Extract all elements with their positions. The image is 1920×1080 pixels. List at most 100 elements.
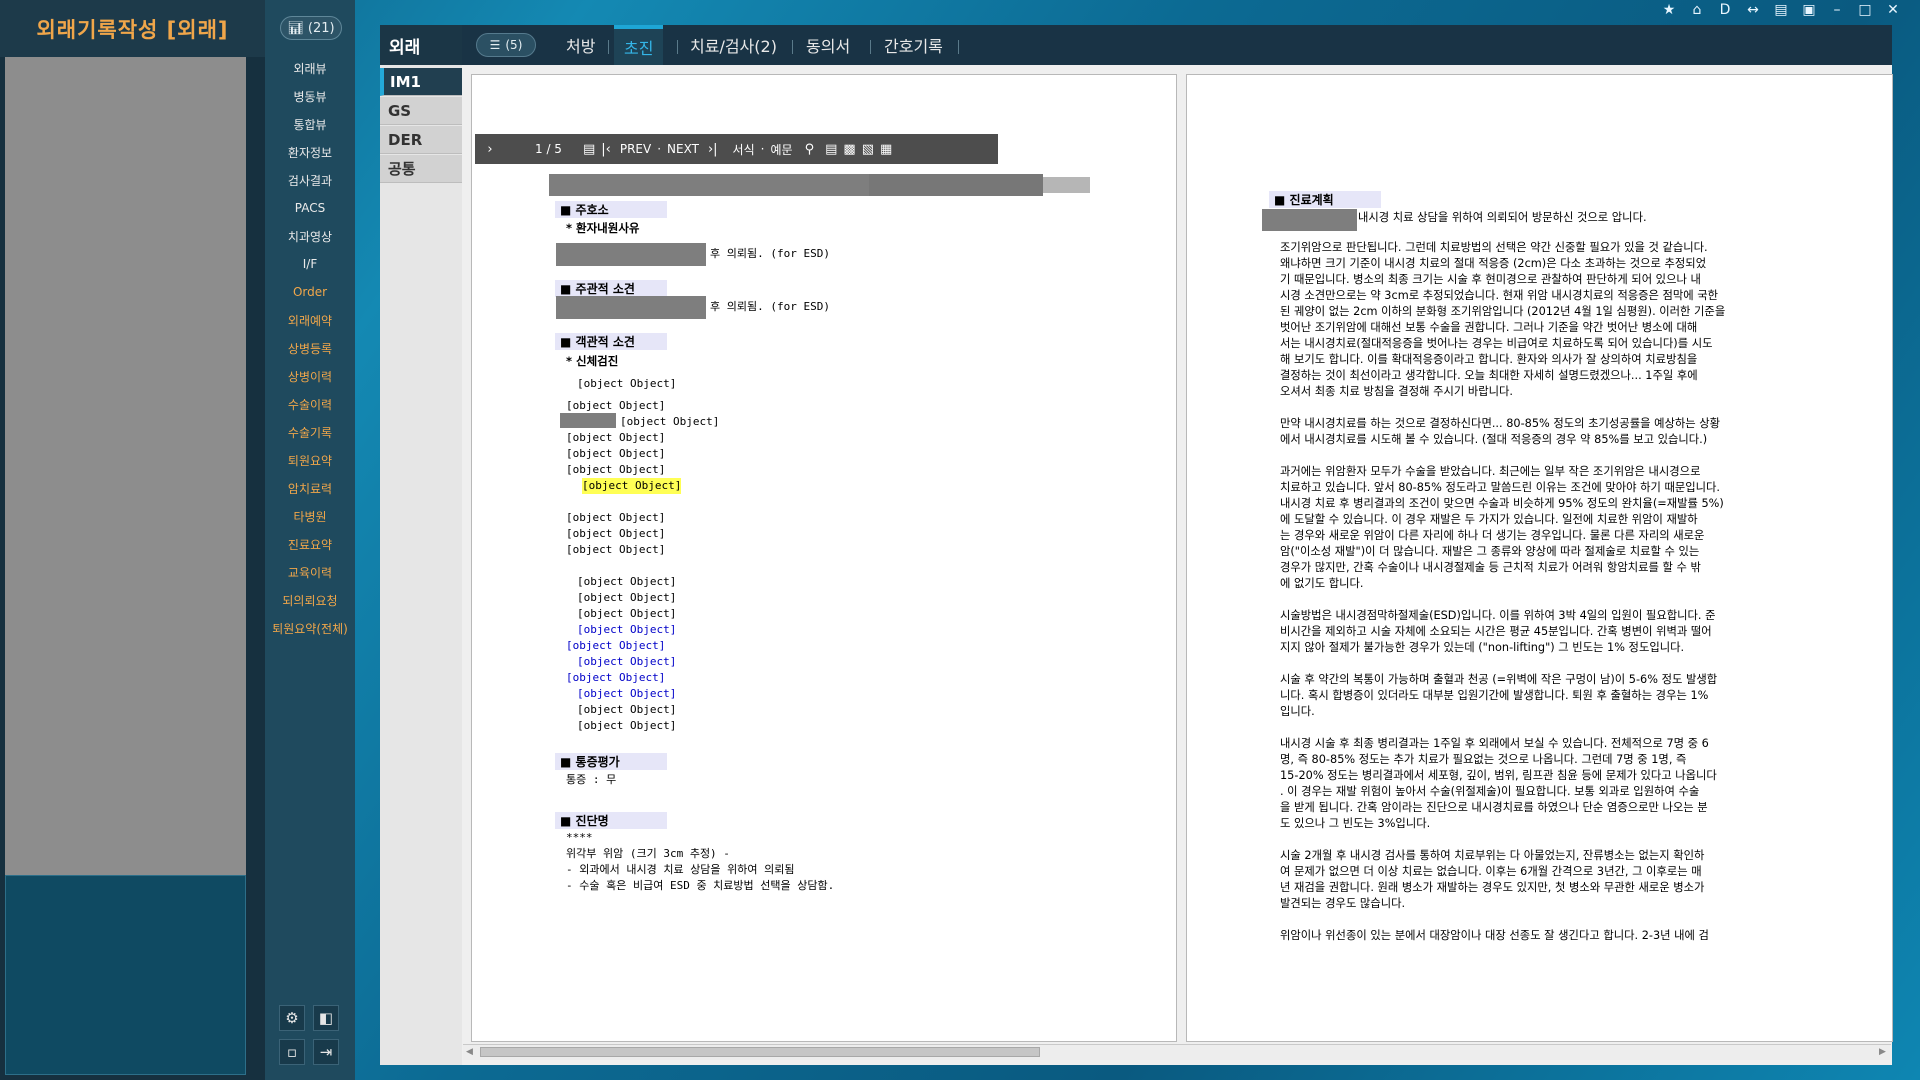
text-line: [object Object] bbox=[577, 591, 677, 604]
text-line: 비시간을 제외하고 시술 자체에 소요되는 시간은 평균 45분입니다. 간혹 … bbox=[1280, 625, 1712, 638]
redacted-text bbox=[560, 413, 616, 428]
text-line: [object Object] bbox=[577, 575, 677, 588]
sidebar-item[interactable]: 상병이력 bbox=[265, 362, 355, 390]
text-line: 해 보기도 합니다. 이를 확대적응증이라고 합니다. 환자와 의사가 잘 상의… bbox=[1280, 353, 1698, 366]
text-line: 내시경 시술 후 최종 병리결과는 1주일 후 외래에서 보실 수 있습니다. … bbox=[1280, 737, 1709, 750]
toolbar-collapse-icon[interactable]: › bbox=[475, 142, 505, 157]
text-line: [object Object] bbox=[577, 655, 677, 668]
maximize-icon[interactable]: □ bbox=[1856, 2, 1874, 18]
book-icon[interactable]: ▫ bbox=[279, 1039, 305, 1065]
count-badge-button[interactable]: 📊︎ (21) bbox=[280, 16, 342, 40]
patient-list-area[interactable] bbox=[5, 57, 246, 875]
dept-tab-gs[interactable]: GS bbox=[380, 97, 462, 125]
menu-count: (5) bbox=[505, 38, 523, 52]
text-line: 에서 내시경치료를 시도해 볼 수 있습니다. (절대 적응증의 경우 약 85… bbox=[1280, 433, 1708, 446]
sidebar-item[interactable]: 진료요약 bbox=[265, 530, 355, 558]
next-button[interactable]: NEXT bbox=[661, 142, 705, 156]
redacted-patient-bar bbox=[869, 174, 1043, 196]
text-line: [object Object] bbox=[566, 463, 666, 476]
section-title: 진단명 bbox=[575, 814, 609, 828]
last-page-icon[interactable]: ›| bbox=[705, 142, 721, 157]
close-icon[interactable]: ✕ bbox=[1884, 2, 1902, 18]
text-line: . 이 경우는 재발 위험이 높아서 수술(위절제술)이 필요합니다. 보통 외… bbox=[1280, 785, 1700, 798]
screen-icon[interactable]: ▣ bbox=[1800, 2, 1818, 18]
edit-doc-icon[interactable]: ▧ bbox=[859, 142, 877, 157]
monitor-icon[interactable]: ▤ bbox=[1772, 2, 1790, 18]
sample-text-button[interactable]: 예문 bbox=[764, 141, 798, 158]
sidebar-item[interactable]: 외래뷰 bbox=[265, 54, 355, 82]
menu-button[interactable]: ☰ (5) bbox=[476, 33, 536, 57]
text-line: 여 문제가 없으면 더 이상 치료는 없습니다. 이후는 6개월 간격으로 3년… bbox=[1280, 865, 1702, 878]
prev-button[interactable]: PREV bbox=[614, 142, 657, 156]
sidebar-item[interactable]: 치과영상 bbox=[265, 222, 355, 250]
copy-doc-icon[interactable]: ▩ bbox=[840, 142, 858, 157]
section-title: 진료계획 bbox=[1289, 193, 1334, 207]
text-line: [object Object] bbox=[620, 415, 720, 428]
tab-separator bbox=[870, 40, 871, 54]
sidebar-item[interactable]: 통합뷰 bbox=[265, 110, 355, 138]
settings-gear-icon[interactable]: ⚙ bbox=[279, 1005, 305, 1031]
text-line: [object Object] bbox=[577, 703, 677, 716]
text-line: [object Object] bbox=[566, 447, 666, 460]
sidebar-item[interactable]: 상병등록 bbox=[265, 334, 355, 362]
redacted-text bbox=[556, 243, 706, 266]
scroll-left-arrow-icon[interactable]: ◀ bbox=[466, 1047, 473, 1057]
panel-toggle-icon[interactable]: ◧ bbox=[313, 1005, 339, 1031]
sidebar-item[interactable]: 외래예약 bbox=[265, 306, 355, 334]
text-line: [object Object] bbox=[566, 399, 666, 412]
list-icon[interactable]: ▤ bbox=[580, 142, 598, 157]
sidebar-item[interactable]: 환자정보 bbox=[265, 138, 355, 166]
section-title: 통증평가 bbox=[575, 755, 620, 769]
square-bullet-icon: ■ bbox=[560, 335, 572, 349]
sidebar-item[interactable]: 되의뢰요청 bbox=[265, 586, 355, 614]
subsection-physical-exam: * 신체검진 bbox=[566, 354, 619, 368]
text-line: 는 경우와 새로운 위암이 다른 자리에 하나 더 생기는 경우입니다. 물론 … bbox=[1280, 529, 1705, 542]
text-line: 에 도달할 수 있습니다. 이 경우 재발은 두 가지가 있습니다. 일전에 치… bbox=[1280, 513, 1698, 526]
tab-consent[interactable]: 동의서 bbox=[806, 25, 850, 65]
home-icon[interactable]: ⌂ bbox=[1688, 2, 1706, 18]
expand-icon[interactable]: ↔ bbox=[1744, 2, 1762, 18]
export-doc-icon[interactable]: ▦ bbox=[877, 142, 895, 157]
tab-nursing-record[interactable]: 간호기록 bbox=[884, 25, 943, 65]
section-chief-complaint: ■ 주호소 bbox=[560, 201, 609, 218]
sidebar-item[interactable]: 교육이력 bbox=[265, 558, 355, 586]
sidebar-item[interactable]: 퇴원요약 bbox=[265, 446, 355, 474]
text-line: [object Object] bbox=[577, 719, 677, 732]
text-line: 왜냐하면 크기 기준이 내시경 치료의 절대 적응증 (2cm)은 다소 초과하… bbox=[1280, 257, 1707, 270]
sidebar-item[interactable]: 타병원 bbox=[265, 502, 355, 530]
sidebar-item[interactable]: PACS bbox=[265, 194, 355, 222]
dept-tab-im1[interactable]: IM1 bbox=[380, 68, 462, 96]
tab-prescription[interactable]: 처방 bbox=[566, 25, 595, 65]
sidebar-item[interactable]: 수술기록 bbox=[265, 418, 355, 446]
patient-list-lower-area bbox=[5, 875, 246, 1075]
scroll-right-arrow-icon[interactable]: ▶ bbox=[1879, 1047, 1886, 1057]
sidebar-item[interactable]: 병동뷰 bbox=[265, 82, 355, 110]
minimize-icon[interactable]: – bbox=[1828, 2, 1846, 18]
d-icon[interactable]: D bbox=[1716, 2, 1734, 18]
section-title: 주관적 소견 bbox=[575, 282, 635, 296]
tab-treatment-exam[interactable]: 치료/검사(2) bbox=[690, 25, 777, 65]
person-doc-icon[interactable]: ▤ bbox=[817, 142, 840, 157]
format-button[interactable]: 서식 bbox=[721, 141, 761, 158]
text-line: [object Object] bbox=[577, 687, 677, 700]
page-indicator: 1 / 5 bbox=[535, 142, 562, 156]
text-line: 위각부 위암 (크기 3cm 추정) - bbox=[566, 847, 730, 860]
section-title: 객관적 소견 bbox=[575, 335, 635, 349]
sidebar-item[interactable]: 암치료력 bbox=[265, 474, 355, 502]
exit-icon[interactable]: ⇥ bbox=[313, 1039, 339, 1065]
dept-tab-der[interactable]: DER bbox=[380, 126, 462, 154]
text-line: 에 없기도 합니다. bbox=[1280, 577, 1364, 590]
scrollbar-thumb[interactable] bbox=[480, 1047, 1040, 1057]
pin-star-icon[interactable]: ★ bbox=[1660, 2, 1678, 18]
tab-first-visit[interactable]: 초진 bbox=[614, 25, 664, 65]
sidebar-item[interactable]: 검사결과 bbox=[265, 166, 355, 194]
sidebar-item[interactable]: I/F bbox=[265, 250, 355, 278]
dept-tab-common[interactable]: 공통 bbox=[380, 155, 462, 183]
section-title: 주호소 bbox=[575, 203, 609, 217]
text-line: 위암이나 위선종이 있는 분에서 대장암이나 대장 선종도 잘 생긴다고 합니다… bbox=[1280, 929, 1709, 942]
sidebar-item[interactable]: 퇴원요약(전체) bbox=[265, 614, 355, 642]
sidebar-item[interactable]: Order bbox=[265, 278, 355, 306]
first-page-icon[interactable]: |‹ bbox=[598, 142, 614, 157]
search-icon[interactable]: ⚲ bbox=[799, 142, 818, 157]
sidebar-item[interactable]: 수술이력 bbox=[265, 390, 355, 418]
